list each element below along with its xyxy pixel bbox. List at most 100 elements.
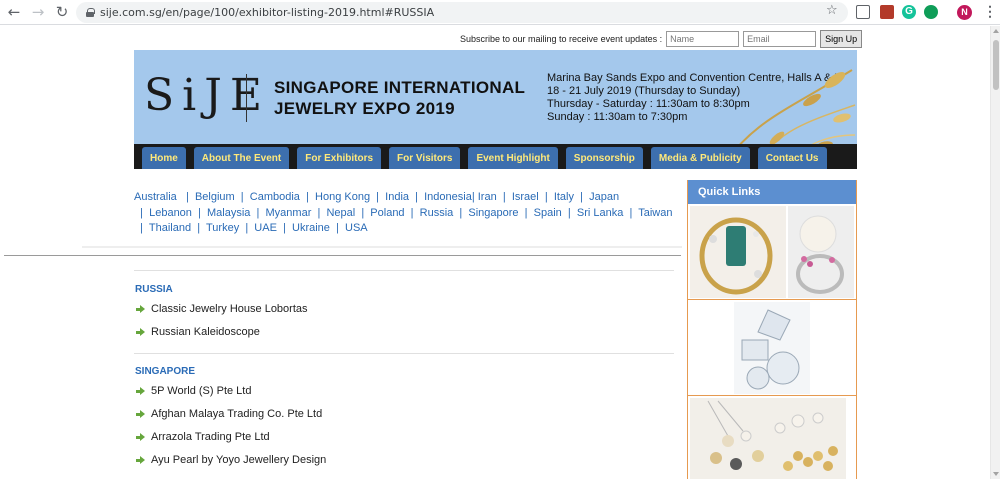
quick-link-rings[interactable] (688, 204, 856, 300)
country-link-taiwan[interactable]: Taiwan (638, 207, 672, 219)
grammarly-extension-icon[interactable]: G (902, 5, 916, 19)
exhibitor-item[interactable]: 5P World (S) Pte Ltd (136, 385, 251, 397)
separator: | (234, 191, 250, 203)
country-link-poland[interactable]: Poland (370, 207, 404, 219)
nav-contact-us[interactable]: Contact Us (757, 147, 827, 169)
country-link-uae[interactable]: UAE (254, 222, 277, 234)
separator: | (623, 206, 639, 219)
green-arrow-icon (136, 304, 145, 314)
country-link-lebanon[interactable]: Lebanon (149, 207, 192, 219)
sign-up-button[interactable]: Sign Up (820, 30, 863, 48)
forward-icon[interactable]: → (28, 2, 48, 22)
country-link-australia[interactable]: Australia (134, 191, 177, 203)
back-icon[interactable]: ← (4, 2, 24, 22)
separator: | (453, 206, 469, 219)
banner-title: SINGAPORE INTERNATIONAL JEWELRY EXPO 201… (274, 77, 525, 119)
reload-icon[interactable]: ↻ (52, 2, 72, 22)
exhibitor-item[interactable]: Russian Kaleidoscope (136, 326, 260, 338)
divider (134, 270, 674, 271)
country-link-italy[interactable]: Italy (554, 191, 574, 203)
country-link-belgium[interactable]: Belgium (195, 191, 235, 203)
rings-image (690, 206, 854, 298)
separator: | (404, 206, 420, 219)
separator: | (134, 222, 149, 234)
exhibitor-name: Afghan Malaya Trading Co. Pte Ltd (151, 408, 323, 420)
main-navigation: Home About The Event For Exhibitors For … (134, 144, 857, 169)
country-link-sri-lanka[interactable]: Sri Lanka (577, 207, 623, 219)
exhibitor-item[interactable]: Ayu Pearl by Yoyo Jewellery Design (136, 454, 326, 466)
logo-divider (246, 74, 247, 122)
exhibitor-name: Russian Kaleidoscope (151, 326, 260, 338)
sije-logo[interactable]: SiJE (144, 70, 270, 121)
country-link-cambodia[interactable]: Cambodia (250, 191, 300, 203)
scroll-down-icon[interactable] (993, 472, 999, 476)
email-input[interactable] (743, 31, 817, 47)
separator: | (250, 206, 266, 219)
separator: | (518, 206, 534, 219)
nav-for-visitors[interactable]: For Visitors (389, 147, 461, 169)
country-link-turkey[interactable]: Turkey (206, 222, 239, 234)
address-url[interactable]: sije.com.sg/en/page/100/exhibitor-listin… (100, 6, 434, 19)
profile-avatar[interactable]: N (957, 5, 972, 20)
scrollbar-thumb[interactable] (993, 40, 999, 90)
pdf-extension-icon[interactable] (880, 5, 894, 19)
separator: | (496, 191, 512, 203)
nav-media-publicity[interactable]: Media & Publicity (650, 147, 750, 169)
exhibitor-item[interactable]: Classic Jewelry House Lobortas (136, 303, 308, 315)
separator: | (239, 222, 255, 234)
separator: | (176, 191, 195, 203)
quick-link-diamonds[interactable] (688, 300, 856, 396)
separator: | (538, 191, 554, 203)
country-link-ukraine[interactable]: Ukraine (292, 222, 330, 234)
scroll-up-icon[interactable] (993, 29, 999, 33)
name-input[interactable] (666, 31, 740, 47)
separator: | (311, 206, 327, 219)
divider (4, 255, 681, 256)
address-bar[interactable]: sije.com.sg/en/page/100/exhibitor-listin… (76, 2, 848, 23)
nav-home[interactable]: Home (142, 147, 186, 169)
quick-link-pearls[interactable] (688, 396, 856, 479)
section-title-russia: RUSSIA (135, 284, 173, 295)
country-link-myanmar[interactable]: Myanmar (266, 207, 312, 219)
country-index: Australia | Belgium | Cambodia | Hong Ko… (134, 190, 674, 237)
exhibitor-item[interactable]: Afghan Malaya Trading Co. Pte Ltd (136, 408, 322, 420)
country-link-indonesia[interactable]: Indonesia (424, 191, 472, 203)
section-title-singapore: SINGAPORE (135, 366, 196, 377)
country-link-nepal[interactable]: Nepal (326, 207, 355, 219)
separator: | (134, 206, 150, 219)
nav-about-the-event[interactable]: About The Event (193, 147, 290, 169)
separator: | (355, 206, 371, 219)
green-arrow-icon (136, 327, 145, 337)
nav-sponsorship[interactable]: Sponsorship (565, 147, 643, 169)
exhibitor-name: Arrazola Trading Pte Ltd (151, 431, 270, 443)
country-link-russia[interactable]: Russia (420, 207, 454, 219)
country-link-malaysia[interactable]: Malaysia (207, 207, 250, 219)
country-link-iran[interactable]: Iran (478, 191, 497, 203)
divider (134, 353, 674, 354)
separator: | (191, 222, 206, 234)
country-link-spain[interactable]: Spain (534, 207, 562, 219)
banner-title-line1: SINGAPORE INTERNATIONAL (274, 78, 526, 97)
country-link-israel[interactable]: Israel (512, 191, 539, 203)
divider (82, 246, 682, 248)
country-link-usa[interactable]: USA (345, 222, 368, 234)
separator: | (191, 206, 208, 219)
country-link-hong-kong[interactable]: Hong Kong (315, 191, 370, 203)
docs-extension-icon[interactable] (856, 5, 870, 19)
nav-for-exhibitors[interactable]: For Exhibitors (297, 147, 382, 169)
country-link-singapore[interactable]: Singapore (468, 207, 518, 219)
country-link-thailand[interactable]: Thailand (149, 222, 191, 234)
lock-icon (86, 8, 95, 17)
nav-event-highlight[interactable]: Event Highlight (468, 147, 558, 169)
exhibitor-item[interactable]: Arrazola Trading Pte Ltd (136, 431, 270, 443)
exhibitor-name: 5P World (S) Pte Ltd (151, 385, 252, 397)
vertical-scrollbar[interactable] (990, 26, 1000, 479)
separator: | (574, 191, 590, 203)
green-arrow-icon (136, 455, 145, 465)
country-link-india[interactable]: India (385, 191, 409, 203)
separator: | (409, 191, 425, 203)
browser-menu-icon[interactable]: ⋮ (983, 3, 997, 20)
country-link-japan[interactable]: Japan (589, 191, 619, 203)
country-links: Australia | Belgium | Cambodia | Hong Ko… (134, 190, 674, 237)
leaf-extension-icon[interactable] (924, 5, 938, 19)
